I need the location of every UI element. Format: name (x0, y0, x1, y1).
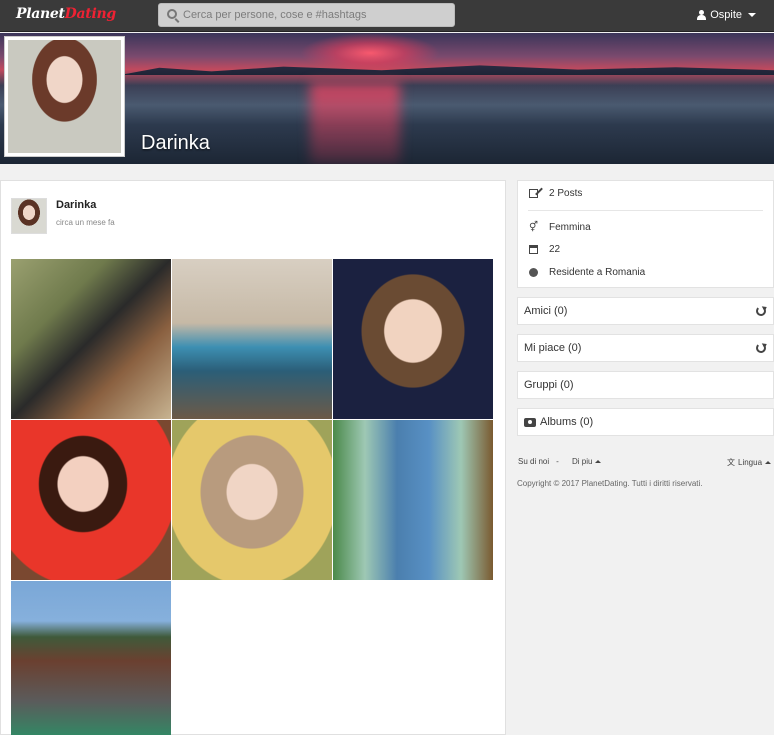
copyright-text: Copyright © 2017 PlanetDating. Tutti i d… (517, 479, 703, 488)
footer-separator: - (556, 457, 559, 466)
language-label: Lingua (738, 458, 763, 467)
age-row: 22 (528, 244, 560, 255)
friends-box[interactable]: Amici (0) (517, 297, 774, 325)
profile-name: Darinka (141, 132, 210, 154)
gender-row: ⚥ Femmina (528, 222, 591, 233)
post-author-name[interactable]: Darinka (56, 199, 96, 211)
post-photo[interactable] (11, 420, 171, 580)
search-input[interactable] (179, 4, 449, 26)
posts-count: 2 Posts (549, 188, 583, 199)
age-value: 22 (549, 244, 561, 255)
post-photo[interactable] (333, 259, 493, 419)
search-box (158, 3, 455, 27)
about-divider (528, 210, 763, 211)
footer-about-link[interactable]: Su di noi (518, 457, 549, 466)
profile-avatar-image (8, 40, 121, 153)
logo-text-planet: Planet (16, 6, 65, 22)
profile-sidebar: 2 Posts ⚥ Femmina 22 Residente a Romania… (517, 180, 774, 436)
post-photo[interactable] (333, 420, 493, 580)
camera-icon (524, 417, 536, 427)
friends-label: Amici (0) (524, 305, 568, 317)
post-photo[interactable] (172, 259, 332, 419)
albums-label: Albums (0) (540, 416, 594, 428)
chevron-down-icon (748, 13, 756, 17)
cover-horizon (120, 65, 774, 75)
user-menu-label: Ospite (710, 9, 742, 21)
refresh-icon[interactable] (756, 306, 766, 316)
location-value: Residente a Romania (549, 267, 646, 278)
globe-icon (528, 267, 539, 278)
post-photo[interactable] (172, 420, 332, 580)
caret-up-icon (595, 460, 602, 463)
likes-box[interactable]: Mi piace (0) (517, 334, 774, 362)
language-selector[interactable]: 文 Lingua (727, 457, 772, 468)
refresh-icon[interactable] (756, 343, 766, 353)
about-card: 2 Posts ⚥ Femmina 22 Residente a Romania (517, 180, 774, 288)
footer-more-link[interactable]: Di piu (572, 457, 602, 466)
post-photo[interactable] (11, 259, 171, 419)
post-photo[interactable] (11, 581, 171, 735)
likes-label: Mi piace (0) (524, 342, 582, 354)
cover-sunset (300, 33, 440, 73)
footer-more-label: Di piu (572, 457, 593, 466)
gender-icon: ⚥ (528, 222, 539, 233)
language-icon: 文 (727, 458, 735, 467)
albums-box[interactable]: Albums (0) (517, 408, 774, 436)
user-menu[interactable]: Ospite (697, 9, 756, 21)
caret-up-icon (765, 461, 772, 464)
pencil-icon (528, 188, 539, 199)
groups-label: Gruppi (0) (524, 379, 574, 391)
profile-avatar[interactable] (4, 36, 125, 157)
search-icon (167, 9, 177, 19)
location-row: Residente a Romania (528, 267, 645, 278)
post-feed: Darinka circa un mese fa (0, 180, 506, 735)
cover-reflection (310, 83, 400, 164)
calendar-icon (528, 244, 539, 255)
top-navbar: PlanetDating Ospite (0, 0, 774, 32)
site-logo[interactable]: PlanetDating (16, 6, 116, 22)
post-timestamp[interactable]: circa un mese fa (56, 218, 115, 227)
posts-row[interactable]: 2 Posts (528, 188, 582, 199)
post-author-avatar[interactable] (11, 198, 47, 234)
user-icon (697, 10, 707, 20)
groups-box[interactable]: Gruppi (0) (517, 371, 774, 399)
gender-value: Femmina (549, 222, 591, 233)
logo-text-dating: Dating (64, 6, 116, 22)
